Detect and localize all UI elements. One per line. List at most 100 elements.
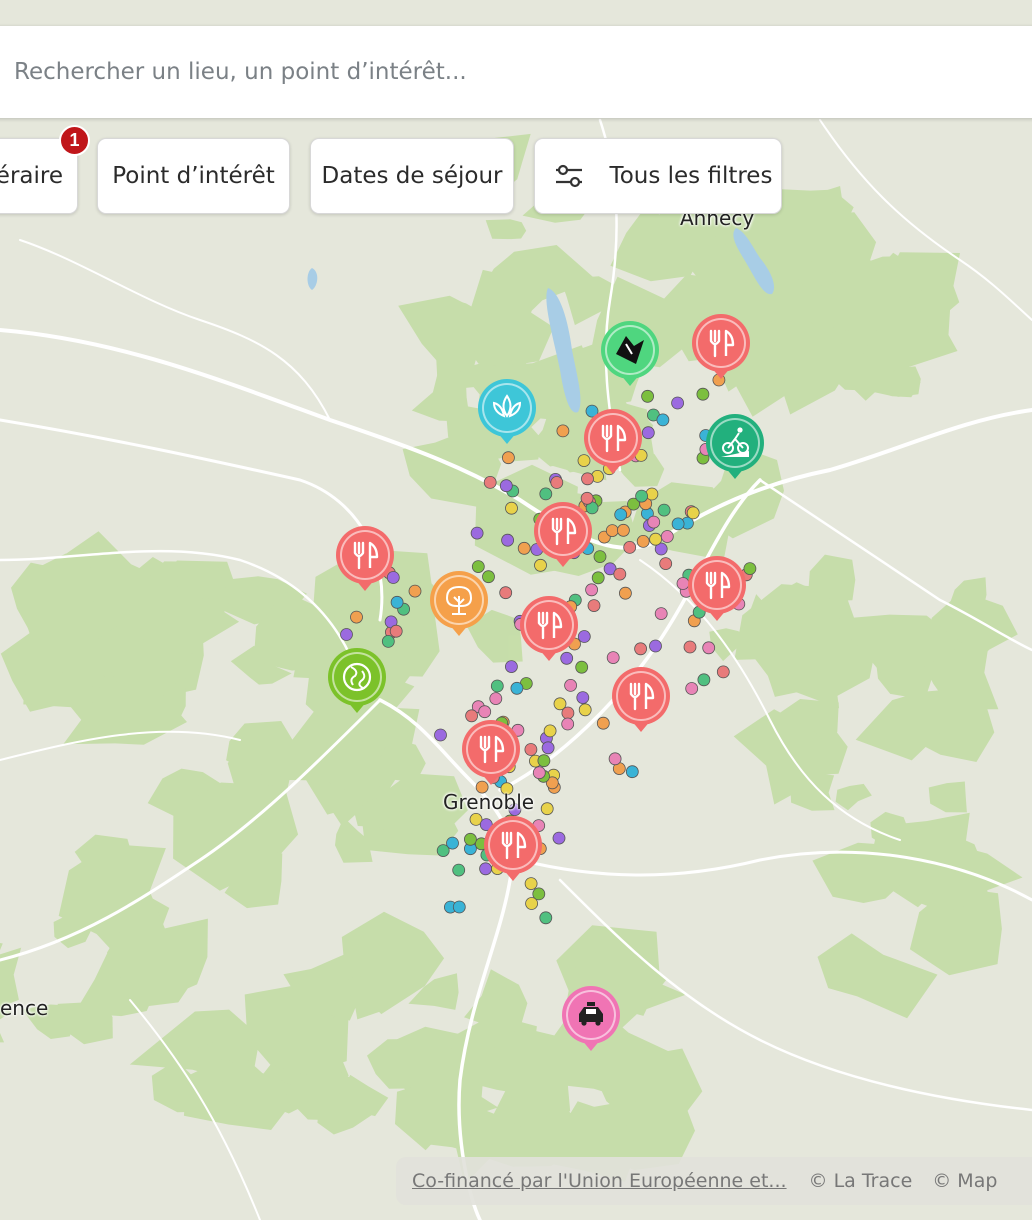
poi-dot[interactable]	[697, 673, 711, 687]
poi-dot[interactable]	[532, 766, 546, 780]
poi-dot[interactable]	[585, 583, 598, 597]
poi-dot[interactable]	[510, 681, 524, 695]
poi-dot[interactable]	[606, 651, 620, 664]
poi-dot[interactable]	[671, 517, 685, 531]
poi-dot[interactable]	[645, 487, 659, 501]
poi-dot[interactable]	[593, 550, 607, 563]
poi-dot[interactable]	[386, 571, 400, 584]
poi-dot[interactable]	[596, 716, 610, 730]
poi-dot[interactable]	[614, 508, 628, 521]
poi-dot[interactable]	[340, 628, 353, 641]
filter-chip-point-interet[interactable]: Point d’intérêt	[97, 138, 290, 214]
poi-dot[interactable]	[577, 454, 591, 468]
poi-dot[interactable]	[537, 754, 551, 768]
poi-dot[interactable]	[649, 639, 662, 653]
poi-dot[interactable]	[446, 836, 459, 850]
poi-dot[interactable]	[381, 635, 395, 648]
poi-dot[interactable]	[619, 586, 632, 600]
poi-dot[interactable]	[716, 665, 730, 679]
poi-dot[interactable]	[647, 515, 661, 529]
poi-dot[interactable]	[505, 501, 518, 515]
poi-dot[interactable]	[654, 607, 668, 620]
poi-dot[interactable]	[525, 897, 538, 910]
poi-dot[interactable]	[501, 451, 515, 465]
poi-dot[interactable]	[577, 630, 591, 643]
all-filters-button[interactable]: Tous les filtres	[534, 138, 782, 214]
search-input[interactable]	[12, 58, 916, 86]
poi-dot[interactable]	[478, 705, 492, 719]
poi-dot[interactable]	[623, 541, 637, 554]
poi-dot[interactable]	[482, 570, 495, 584]
filter-chip-dates-sejour[interactable]: Dates de séjour	[310, 138, 514, 214]
poi-dot[interactable]	[504, 660, 518, 673]
poi-dot[interactable]	[499, 586, 513, 600]
poi-dot[interactable]	[489, 692, 503, 705]
poi-dot[interactable]	[696, 387, 710, 401]
poi-dot[interactable]	[470, 526, 484, 540]
poi-dot[interactable]	[702, 641, 716, 655]
poi-dot[interactable]	[560, 651, 574, 665]
cofinancing-link[interactable]: Co-financé par l'Union Européenne et...	[412, 1170, 787, 1192]
poi-dot[interactable]	[463, 832, 477, 846]
poi-dot[interactable]	[389, 624, 403, 638]
poi-dot[interactable]	[625, 765, 639, 779]
poi-dot[interactable]	[656, 413, 670, 427]
poi-dot[interactable]	[649, 532, 662, 546]
poi-dot[interactable]	[659, 557, 673, 570]
poi-dot[interactable]	[524, 877, 538, 890]
poi-dot[interactable]	[636, 535, 650, 548]
poi-dot[interactable]	[524, 743, 538, 756]
poi-dot[interactable]	[517, 541, 531, 555]
poi-dot[interactable]	[483, 475, 497, 489]
poi-dot[interactable]	[550, 476, 564, 489]
poi-dot[interactable]	[499, 479, 513, 493]
poi-dot[interactable]	[452, 900, 466, 914]
poi-dot[interactable]	[657, 503, 671, 517]
poi-dot[interactable]	[578, 703, 592, 717]
poi-dot[interactable]	[671, 396, 684, 410]
latrace-credit[interactable]: © La Trace	[809, 1170, 913, 1192]
poi-dot[interactable]	[490, 679, 504, 693]
poi-dot[interactable]	[660, 530, 674, 543]
poi-dot[interactable]	[591, 571, 605, 585]
poi-dot[interactable]	[634, 642, 647, 656]
poi-dot[interactable]	[501, 533, 515, 547]
poi-dot[interactable]	[350, 610, 363, 624]
poi-dot[interactable]	[471, 560, 485, 573]
poi-dot[interactable]	[543, 724, 557, 738]
poi-dot[interactable]	[434, 728, 447, 742]
poi-dot[interactable]	[686, 506, 700, 520]
poi-dot[interactable]	[580, 491, 594, 505]
poi-dot[interactable]	[479, 862, 493, 876]
poi-dot[interactable]	[556, 424, 570, 438]
poi-dot[interactable]	[561, 717, 575, 731]
poi-dot[interactable]	[587, 599, 601, 612]
poi-dot[interactable]	[635, 489, 648, 503]
poi-dot[interactable]	[552, 831, 566, 845]
poi-dot[interactable]	[617, 523, 630, 537]
poi-dot[interactable]	[608, 752, 622, 766]
map-credit[interactable]: © Map	[932, 1170, 997, 1192]
poi-dot[interactable]	[534, 558, 547, 572]
poi-dot[interactable]	[465, 709, 479, 723]
poi-dot[interactable]	[685, 682, 699, 695]
poi-dot[interactable]	[539, 911, 553, 925]
poi-dot[interactable]	[564, 679, 577, 692]
poi-dot[interactable]	[390, 595, 404, 609]
poi-dot[interactable]	[539, 487, 553, 501]
poi-dot[interactable]	[408, 584, 422, 598]
poi-dot[interactable]	[641, 389, 654, 403]
poi-dot[interactable]	[581, 472, 594, 486]
poi-dot[interactable]	[605, 524, 619, 537]
poi-dot[interactable]	[540, 802, 554, 816]
poi-dot[interactable]	[575, 660, 589, 674]
poi-dot[interactable]	[576, 691, 590, 704]
poi-dot[interactable]	[683, 640, 697, 654]
poi-dot[interactable]	[676, 577, 690, 590]
poi-dot[interactable]	[743, 562, 757, 575]
poi-dot[interactable]	[452, 863, 466, 877]
poi-dot[interactable]	[541, 741, 555, 755]
poi-dot[interactable]	[641, 426, 655, 440]
poi-dot[interactable]	[561, 706, 575, 720]
poi-dot[interactable]	[613, 567, 627, 581]
